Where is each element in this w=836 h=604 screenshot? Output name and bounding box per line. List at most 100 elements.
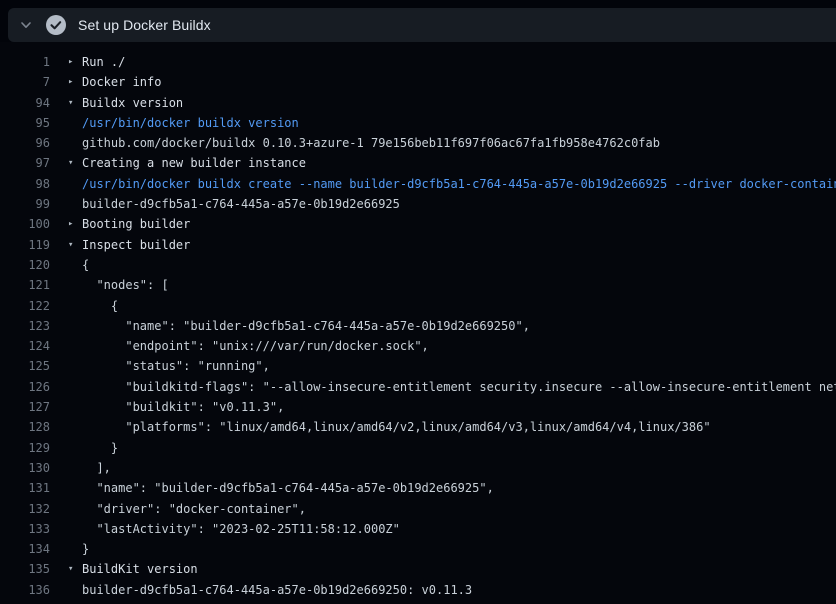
step-header[interactable]: Set up Docker Buildx (8, 8, 836, 42)
marker-spacer (68, 397, 82, 417)
line-number-link[interactable]: 94 (0, 93, 50, 113)
line-number-link[interactable]: 136 (0, 580, 50, 600)
marker-spacer (68, 275, 82, 295)
log-line: 120 { (0, 255, 836, 275)
check-circle-icon (46, 15, 66, 35)
marker-spacer (68, 580, 82, 600)
line-number-link[interactable]: 1 (0, 52, 50, 72)
output-text: { (82, 255, 89, 275)
marker-spacer (68, 356, 82, 376)
group-expanded-icon[interactable]: ▾ (68, 93, 82, 113)
line-number-link[interactable]: 97 (0, 153, 50, 173)
log-line: 121 "nodes": [ (0, 275, 836, 295)
output-text: } (82, 539, 89, 559)
line-number-link[interactable]: 134 (0, 539, 50, 559)
group-collapsed-icon[interactable]: ▸ (68, 52, 82, 72)
group-expanded-icon[interactable]: ▾ (68, 153, 82, 173)
line-number-link[interactable]: 126 (0, 377, 50, 397)
group-collapsed-icon[interactable]: ▸ (68, 72, 82, 92)
output-text: "name": "builder-d9cfb5a1-c764-445a-a57e… (82, 478, 494, 498)
group-title[interactable]: Inspect builder (82, 235, 190, 255)
marker-spacer (68, 296, 82, 316)
marker-spacer (68, 194, 82, 214)
group-title[interactable]: Run ./ (82, 52, 125, 72)
chevron-down-icon[interactable] (19, 18, 33, 32)
marker-spacer (68, 377, 82, 397)
log-line: 95/usr/bin/docker buildx version (0, 113, 836, 133)
log-line: 100 ▸Booting builder (0, 214, 836, 234)
marker-spacer (68, 458, 82, 478)
line-number-link[interactable]: 121 (0, 275, 50, 295)
line-number-link[interactable]: 125 (0, 356, 50, 376)
marker-spacer (68, 316, 82, 336)
group-title[interactable]: Buildx version (82, 93, 183, 113)
line-number-link[interactable]: 124 (0, 336, 50, 356)
line-number-link[interactable]: 122 (0, 296, 50, 316)
line-number-link[interactable]: 131 (0, 478, 50, 498)
command-text: /usr/bin/docker buildx version (82, 113, 299, 133)
output-text: "status": "running", (82, 356, 270, 376)
line-number-link[interactable]: 133 (0, 519, 50, 539)
log-line: 136builder-d9cfb5a1-c764-445a-a57e-0b19d… (0, 580, 836, 600)
output-text: "buildkit": "v0.11.3", (82, 397, 284, 417)
marker-spacer (68, 113, 82, 133)
log-line: 128 "platforms": "linux/amd64,linux/amd6… (0, 417, 836, 437)
log-line: 135 ▾BuildKit version (0, 559, 836, 579)
line-number-link[interactable]: 95 (0, 113, 50, 133)
output-text: ], (82, 458, 111, 478)
group-title[interactable]: Booting builder (82, 214, 190, 234)
line-number-link[interactable]: 99 (0, 194, 50, 214)
log-line: 99 builder-d9cfb5a1-c764-445a-a57e-0b19d2… (0, 194, 836, 214)
log-line: 132 "driver": "docker-container", (0, 499, 836, 519)
output-text: "buildkitd-flags": "--allow-insecure-ent… (82, 377, 836, 397)
line-number-link[interactable]: 130 (0, 458, 50, 478)
marker-spacer (68, 519, 82, 539)
marker-spacer (68, 539, 82, 559)
log-line: 7 ▸Docker info (0, 72, 836, 92)
line-number-link[interactable]: 128 (0, 417, 50, 437)
output-text: "driver": "docker-container", (82, 499, 306, 519)
output-text: } (82, 438, 118, 458)
output-text: "nodes": [ (82, 275, 169, 295)
log-line: 134} (0, 539, 836, 559)
marker-spacer (68, 133, 82, 153)
log-line: 126 "buildkitd-flags": "--allow-insecure… (0, 377, 836, 397)
log-line: 133 "lastActivity": "2023-02-25T11:58:12… (0, 519, 836, 539)
group-expanded-icon[interactable]: ▾ (68, 235, 82, 255)
output-text: github.com/docker/buildx 0.10.3+azure-1 … (82, 133, 660, 153)
group-title[interactable]: BuildKit version (82, 559, 198, 579)
log-line: 125 "status": "running", (0, 356, 836, 376)
output-text: builder-d9cfb5a1-c764-445a-a57e-0b19d2e6… (82, 194, 400, 214)
log-line: 98/usr/bin/docker buildx create --name b… (0, 174, 836, 194)
line-number-link[interactable]: 135 (0, 559, 50, 579)
log-line: 124 "endpoint": "unix:///var/run/docker.… (0, 336, 836, 356)
group-title[interactable]: Docker info (82, 72, 161, 92)
output-text: "name": "builder-d9cfb5a1-c764-445a-a57e… (82, 316, 530, 336)
line-number-link[interactable]: 123 (0, 316, 50, 336)
line-number-link[interactable]: 98 (0, 174, 50, 194)
line-number-link[interactable]: 129 (0, 438, 50, 458)
group-collapsed-icon[interactable]: ▸ (68, 214, 82, 234)
marker-spacer (68, 417, 82, 437)
line-number-link[interactable]: 119 (0, 235, 50, 255)
log-line: 119 ▾Inspect builder (0, 235, 836, 255)
line-number-link[interactable]: 132 (0, 499, 50, 519)
marker-spacer (68, 438, 82, 458)
line-number-link[interactable]: 127 (0, 397, 50, 417)
line-number-link[interactable]: 100 (0, 214, 50, 234)
log-line: 131 "name": "builder-d9cfb5a1-c764-445a-… (0, 478, 836, 498)
group-title[interactable]: Creating a new builder instance (82, 153, 306, 173)
line-number-link[interactable]: 96 (0, 133, 50, 153)
marker-spacer (68, 174, 82, 194)
marker-spacer (68, 336, 82, 356)
marker-spacer (68, 499, 82, 519)
log-line: 130 ], (0, 458, 836, 478)
log-line: 97 ▾Creating a new builder instance (0, 153, 836, 173)
group-expanded-icon[interactable]: ▾ (68, 559, 82, 579)
marker-spacer (68, 255, 82, 275)
line-number-link[interactable]: 120 (0, 255, 50, 275)
line-number-link[interactable]: 7 (0, 72, 50, 92)
log-line: 1 ▸Run ./ (0, 52, 836, 72)
log-line: 94 ▾Buildx version (0, 93, 836, 113)
log-line: 129 } (0, 438, 836, 458)
